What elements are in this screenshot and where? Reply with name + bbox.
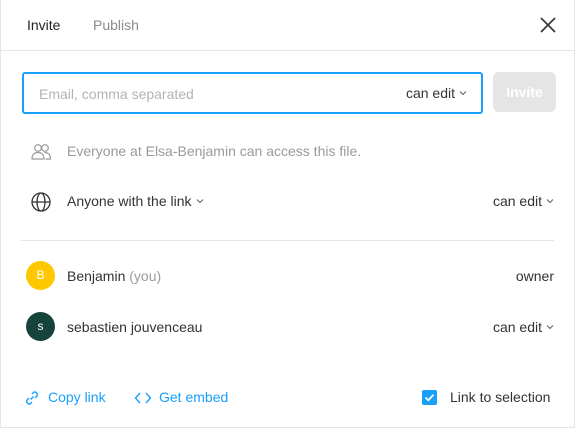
member-row: Benjamin (you) owner [1, 261, 574, 291]
link-access-label: Anyone with the link [67, 193, 192, 209]
invite-button[interactable]: Invite [493, 72, 556, 112]
member-name: sebastien jouvenceau [67, 319, 203, 335]
divider [21, 240, 554, 241]
chevron-down-icon [546, 199, 554, 204]
link-permission-label: can edit [492, 193, 542, 209]
link-icon [26, 391, 38, 405]
member-role: owner [515, 268, 554, 284]
team-access-row: Everyone at Elsa-Benjamin can access thi… [1, 136, 574, 166]
link-to-selection-label: Link to selection [450, 389, 551, 405]
checkmark-icon [424, 394, 435, 402]
member-permission-label: can edit [492, 319, 542, 335]
code-icon [134, 392, 152, 404]
chevron-down-icon [459, 91, 467, 96]
globe-icon [31, 192, 51, 212]
member-name-text: Benjamin [67, 268, 126, 284]
close-icon[interactable] [539, 16, 557, 34]
share-dialog: Invite Publish can edit Invite Everyone … [0, 0, 575, 428]
link-access-select[interactable]: Anyone with the link [67, 193, 204, 209]
invite-permission-select[interactable]: can edit [406, 85, 467, 101]
member-you-suffix: (you) [129, 268, 162, 284]
chevron-down-icon [546, 325, 554, 330]
copy-link-label: Copy link [48, 389, 106, 405]
email-input[interactable] [39, 84, 359, 104]
link-permission-select[interactable]: can edit [493, 193, 554, 209]
member-name: Benjamin (you) [67, 268, 161, 284]
invite-permission-label: can edit [405, 85, 455, 101]
member-permission-select[interactable]: can edit [493, 319, 554, 335]
team-access-text: Everyone at Elsa-Benjamin can access thi… [67, 143, 362, 159]
tab-publish[interactable]: Publish [93, 17, 139, 33]
team-icon [31, 144, 52, 160]
get-embed-label: Get embed [159, 389, 229, 405]
link-to-selection-checkbox[interactable] [422, 390, 437, 405]
tab-invite[interactable]: Invite [27, 17, 60, 33]
chevron-down-icon [196, 199, 203, 204]
dialog-header: Invite Publish [1, 0, 574, 51]
member-row: sebastien jouvenceau can edit [1, 312, 574, 342]
email-field-box: can edit [22, 72, 483, 114]
link-access-row: Anyone with the link can edit [1, 186, 574, 216]
